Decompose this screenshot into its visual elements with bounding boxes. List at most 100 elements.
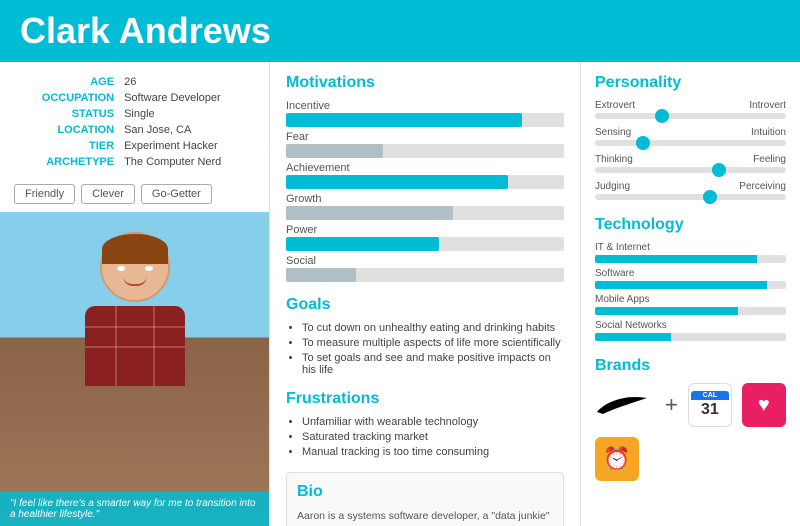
- personality-title: Personality: [595, 74, 786, 92]
- archetype-value: The Computer Nerd: [122, 154, 255, 170]
- brands-section: Brands + CAL 31 ♥: [595, 357, 786, 481]
- occupation-value: Software Developer: [122, 90, 255, 106]
- frustrations-title: Frustrations: [286, 390, 564, 408]
- frustration-item: Saturated tracking market: [302, 431, 564, 443]
- bar-track: [286, 175, 564, 189]
- trait-right: Feeling: [753, 154, 786, 165]
- tech-bar-fill: [595, 307, 738, 315]
- bar-label: Power: [286, 224, 564, 236]
- tag-gogetter: Go-Getter: [141, 184, 212, 204]
- motivation-bar-row: Growth: [286, 193, 564, 220]
- bar-fill: [286, 113, 522, 127]
- personality-trait-row: Judging Perceiving: [595, 181, 786, 200]
- bar-label: Social: [286, 255, 564, 267]
- bar-fill: [286, 206, 453, 220]
- status-row: STATUS Single: [14, 106, 255, 122]
- bar-label: Fear: [286, 131, 564, 143]
- archetype-row: ARCHETYPE The Computer Nerd: [14, 154, 255, 170]
- bio-text: Aaron is a systems software developer, a…: [297, 509, 553, 526]
- age-label: AGE: [14, 74, 122, 90]
- trait-left: Extrovert: [595, 100, 635, 111]
- bar-label: Growth: [286, 193, 564, 205]
- status-value: Single: [122, 106, 255, 122]
- tech-bar-track: [595, 281, 786, 289]
- tags-container: Friendly Clever Go-Getter: [0, 178, 269, 212]
- trait-left: Sensing: [595, 127, 631, 138]
- left-panel: AGE 26 OCCUPATION Software Developer STA…: [0, 62, 270, 526]
- tier-label: TIER: [14, 138, 122, 154]
- technology-bar-row: Software: [595, 268, 786, 289]
- tech-bar-track: [595, 307, 786, 315]
- goal-item: To set goals and see and make positive i…: [302, 352, 564, 376]
- profile-info: AGE 26 OCCUPATION Software Developer STA…: [0, 62, 269, 178]
- tech-bar-fill: [595, 333, 671, 341]
- bar-label: Achievement: [286, 162, 564, 174]
- motivation-bar-row: Achievement: [286, 162, 564, 189]
- personality-trait-row: Extrovert Introvert: [595, 100, 786, 119]
- occupation-row: OCCUPATION Software Developer: [14, 90, 255, 106]
- location-label: LOCATION: [14, 122, 122, 138]
- trait-left: Judging: [595, 181, 630, 192]
- tech-label: Mobile Apps: [595, 294, 786, 305]
- page-title: Clark Andrews: [20, 10, 780, 52]
- frustration-item: Unfamiliar with wearable technology: [302, 416, 564, 428]
- tech-bar-fill: [595, 255, 757, 263]
- personality-trait-row: Sensing Intuition: [595, 127, 786, 146]
- bar-track: [286, 144, 564, 158]
- tier-row: TIER Experiment Hacker: [14, 138, 255, 154]
- tier-value: Experiment Hacker: [122, 138, 255, 154]
- slider-track: [595, 113, 786, 119]
- motivation-bar-row: Fear: [286, 131, 564, 158]
- motivations-section: Motivations Incentive Fear Achievement G…: [286, 74, 564, 282]
- right-panel: Personality Extrovert Introvert Sensing …: [580, 62, 800, 526]
- archetype-label: ARCHETYPE: [14, 154, 122, 170]
- frustrations-list: Unfamiliar with wearable technology Satur…: [286, 416, 564, 458]
- slider-indicator: [655, 109, 669, 123]
- motivations-bars: Incentive Fear Achievement Growth Power: [286, 100, 564, 282]
- technology-title: Technology: [595, 216, 786, 234]
- brand-alarm-icon: ⏰: [595, 437, 639, 481]
- technology-bars: IT & Internet Software Mobile Apps Socia…: [595, 242, 786, 341]
- brand-health-icon: ♥: [742, 383, 786, 427]
- technology-bar-row: IT & Internet: [595, 242, 786, 263]
- goal-item: To measure multiple aspects of life more…: [302, 337, 564, 349]
- header: Clark Andrews: [0, 0, 800, 62]
- brand-icons: + CAL 31 ♥ ⏰: [595, 383, 786, 481]
- bar-track: [286, 268, 564, 282]
- trait-right: Introvert: [749, 100, 786, 111]
- tech-label: Software: [595, 268, 786, 279]
- slider-labels: Thinking Feeling: [595, 154, 786, 165]
- personality-sliders: Extrovert Introvert Sensing Intuition Th…: [595, 100, 786, 200]
- goal-item: To cut down on unhealthy eating and drin…: [302, 322, 564, 334]
- tag-friendly: Friendly: [14, 184, 75, 204]
- bio-section: Bio Aaron is a systems software develope…: [286, 472, 564, 526]
- slider-labels: Sensing Intuition: [595, 127, 786, 138]
- brand-calendar-icon: CAL 31: [688, 383, 732, 427]
- bar-fill: [286, 268, 356, 282]
- frustrations-section: Frustrations Unfamiliar with wearable te…: [286, 390, 564, 458]
- slider-labels: Judging Perceiving: [595, 181, 786, 192]
- goals-section: Goals To cut down on unhealthy eating an…: [286, 296, 564, 376]
- bar-label: Incentive: [286, 100, 564, 112]
- tech-bar-fill: [595, 281, 767, 289]
- motivations-title: Motivations: [286, 74, 564, 92]
- goals-list: To cut down on unhealthy eating and drin…: [286, 322, 564, 376]
- age-value: 26: [122, 74, 255, 90]
- motivation-bar-row: Incentive: [286, 100, 564, 127]
- slider-track: [595, 140, 786, 146]
- brand-nike-icon: [595, 390, 655, 420]
- personality-trait-row: Thinking Feeling: [595, 154, 786, 173]
- bar-track: [286, 237, 564, 251]
- trait-right: Perceiving: [739, 181, 786, 192]
- tech-label: Social Networks: [595, 320, 786, 331]
- tech-label: IT & Internet: [595, 242, 786, 253]
- bar-fill: [286, 175, 508, 189]
- age-row: AGE 26: [14, 74, 255, 90]
- motivation-bar-row: Social: [286, 255, 564, 282]
- avatar-quote: "I feel like there's a smarter way for m…: [0, 492, 269, 526]
- tag-clever: Clever: [81, 184, 135, 204]
- location-value: San Jose, CA: [122, 122, 255, 138]
- tech-bar-track: [595, 333, 786, 341]
- frustration-item: Manual tracking is too time consuming: [302, 446, 564, 458]
- slider-track: [595, 167, 786, 173]
